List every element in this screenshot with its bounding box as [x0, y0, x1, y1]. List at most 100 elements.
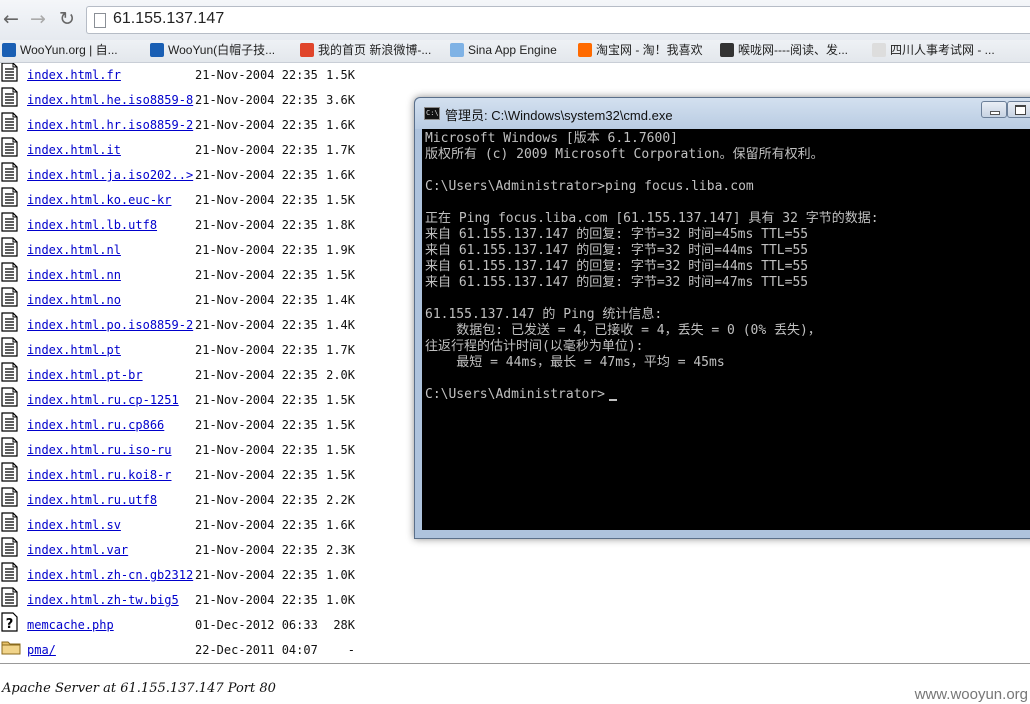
- file-size: 1.5K: [326, 468, 355, 482]
- file-size: 1.0K: [326, 568, 355, 582]
- wooyun-icon: [150, 43, 164, 57]
- file-date: 21-Nov-2004 22:35: [195, 543, 318, 557]
- console-line: 正在 Ping focus.liba.com [61.155.137.147] …: [425, 211, 879, 226]
- file-link[interactable]: index.html.it: [27, 143, 121, 157]
- text-file-icon: [1, 587, 18, 607]
- file-link[interactable]: index.html.no: [27, 293, 121, 307]
- file-date: 21-Nov-2004 22:35: [195, 193, 318, 207]
- list-item: index.html.fr 21-Nov-2004 22:35 1.5K: [0, 63, 420, 88]
- text-file-icon: [1, 187, 18, 207]
- list-item: index.html.zh-cn.gb2312 21-Nov-2004 22:35…: [0, 562, 420, 588]
- file-size: 1.5K: [326, 418, 355, 432]
- file-date: 21-Nov-2004 22:35: [195, 593, 318, 607]
- file-size: 1.5K: [326, 193, 355, 207]
- file-link[interactable]: index.html.ko.euc-kr: [27, 193, 172, 207]
- text-file-icon: [1, 63, 18, 82]
- file-date: 21-Nov-2004 22:35: [195, 168, 318, 182]
- file-size: 2.3K: [326, 543, 355, 557]
- cmd-icon: C:\: [424, 107, 440, 120]
- list-item: index.html.ru.iso-ru 21-Nov-2004 22:35 1.5…: [0, 437, 420, 463]
- file-link[interactable]: index.html.nn: [27, 268, 121, 282]
- file-link[interactable]: index.html.ja.iso202..>: [27, 168, 193, 182]
- file-date: 21-Nov-2004 22:35: [195, 143, 318, 157]
- reload-button[interactable]: ↻: [56, 8, 78, 30]
- file-link[interactable]: index.html.var: [27, 543, 128, 557]
- list-item: index.html.sv 21-Nov-2004 22:35 1.6K: [0, 512, 420, 538]
- list-item: index.html.ru.koi8-r 21-Nov-2004 22:35 1.5…: [0, 462, 420, 488]
- file-link[interactable]: index.html.ru.cp866: [27, 418, 164, 432]
- file-link[interactable]: index.html.fr: [27, 68, 121, 82]
- forward-button[interactable]: →: [27, 8, 49, 30]
- cmd-window[interactable]: C:\ 管理员: C:\Windows\system32\cmd.exe Mic…: [414, 97, 1030, 539]
- address-url[interactable]: 61.155.137.147: [113, 10, 224, 28]
- list-item: index.html.lb.utf8 21-Nov-2004 22:35 1.8K: [0, 212, 420, 238]
- file-size: -: [347, 643, 355, 657]
- file-size: 1.5K: [326, 268, 355, 282]
- list-item: index.html.pt-br 21-Nov-2004 22:35 2.0K: [0, 362, 420, 388]
- bookmark-label: 四川人事考试网 - ...: [890, 43, 995, 57]
- minimize-button[interactable]: [981, 101, 1007, 118]
- maximize-button[interactable]: [1007, 101, 1030, 118]
- back-button[interactable]: ←: [0, 8, 22, 30]
- file-link[interactable]: index.html.ru.iso-ru: [27, 443, 172, 457]
- bookmark-houlong[interactable]: 喉咙网----阅读、发...: [720, 40, 848, 60]
- file-link[interactable]: index.html.ru.utf8: [27, 493, 157, 507]
- list-item: pma/22-Dec-2011 04:07 -: [0, 638, 420, 661]
- file-size: 2.2K: [326, 493, 355, 507]
- file-size: 1.4K: [326, 293, 355, 307]
- file-link[interactable]: index.html.zh-cn.gb2312: [27, 568, 193, 582]
- console-line: 最短 = 44ms，最长 = 47ms，平均 = 45ms: [425, 355, 725, 370]
- file-size: 1.7K: [326, 343, 355, 357]
- file-link[interactable]: index.html.pt-br: [27, 368, 143, 382]
- console-line: 来自 61.155.137.147 的回复: 字节=32 时间=47ms TTL…: [425, 275, 809, 290]
- file-date: 21-Nov-2004 22:35: [195, 218, 318, 232]
- console-line: 来自 61.155.137.147 的回复: 字节=32 时间=45ms TTL…: [425, 227, 809, 242]
- file-date: 21-Nov-2004 22:35: [195, 518, 318, 532]
- list-item: index.html.ko.euc-kr 21-Nov-2004 22:35 1.5…: [0, 187, 420, 213]
- console-line: C:\Users\Administrator>ping focus.liba.c…: [425, 179, 754, 194]
- file-date: 22-Dec-2011 04:07: [195, 643, 318, 657]
- bookmark-sina-weibo[interactable]: 我的首页 新浪微博-...: [300, 40, 431, 60]
- file-link[interactable]: index.html.po.iso8859-2: [27, 318, 193, 332]
- divider: [0, 663, 1030, 664]
- file-date: 21-Nov-2004 22:35: [195, 243, 318, 257]
- cloud-icon: [450, 43, 464, 57]
- cmd-console[interactable]: Microsoft Windows [版本 6.1.7600] 版权所有 (c) …: [422, 129, 1030, 530]
- list-item: ? memcache.php 01-Dec-2012 06:33 28K: [0, 612, 420, 638]
- cmd-titlebar[interactable]: C:\ 管理员: C:\Windows\system32\cmd.exe: [415, 98, 1030, 129]
- console-line: 来自 61.155.137.147 的回复: 字节=32 时间=44ms TTL…: [425, 259, 809, 274]
- bookmark-label: Sina App Engine: [468, 43, 557, 57]
- file-link[interactable]: index.html.zh-tw.big5: [27, 593, 179, 607]
- file-size: 28K: [333, 618, 355, 632]
- file-link[interactable]: index.html.nl: [27, 243, 121, 257]
- file-link[interactable]: index.html.hr.iso8859-2: [27, 118, 193, 132]
- file-date: 21-Nov-2004 22:35: [195, 368, 318, 382]
- address-bar[interactable]: 61.155.137.147: [86, 6, 1030, 34]
- file-link[interactable]: index.html.pt: [27, 343, 121, 357]
- text-file-icon: [1, 162, 18, 182]
- bookmark-wooyun-whitehat[interactable]: WooYun(白帽子技...: [150, 40, 275, 60]
- list-item: index.html.it 21-Nov-2004 22:35 1.7K: [0, 137, 420, 163]
- file-size: 1.6K: [326, 518, 355, 532]
- file-link[interactable]: index.html.ru.koi8-r: [27, 468, 172, 482]
- file-link[interactable]: pma/: [27, 643, 56, 657]
- file-link[interactable]: index.html.ru.cp-1251: [27, 393, 179, 407]
- file-size: 1.7K: [326, 143, 355, 157]
- text-file-icon: [1, 437, 18, 457]
- file-date: 21-Nov-2004 22:35: [195, 568, 318, 582]
- file-link[interactable]: index.html.he.iso8859-8: [27, 93, 193, 107]
- bookmark-taobao[interactable]: 淘宝网 - 淘！我喜欢: [578, 40, 703, 60]
- cmd-title: 管理员: C:\Windows\system32\cmd.exe: [445, 108, 673, 123]
- bookmark-wooyun-org[interactable]: WooYun.org | 自...: [2, 40, 118, 60]
- text-file-icon: [1, 487, 18, 507]
- bookmark-sichuan-exam[interactable]: 四川人事考试网 - ...: [872, 40, 995, 60]
- console-line: 来自 61.155.137.147 的回复: 字节=32 时间=44ms TTL…: [425, 243, 809, 258]
- console-line: 数据包: 已发送 = 4，已接收 = 4，丢失 = 0 (0% 丢失)，: [425, 323, 821, 338]
- file-date: 21-Nov-2004 22:35: [195, 68, 318, 82]
- bookmark-label: 我的首页 新浪微博-...: [318, 43, 432, 57]
- file-link[interactable]: memcache.php: [27, 618, 114, 632]
- bookmark-sina-app-engine[interactable]: Sina App Engine: [450, 40, 557, 60]
- file-link[interactable]: index.html.sv: [27, 518, 121, 532]
- file-link[interactable]: index.html.lb.utf8: [27, 218, 157, 232]
- list-item: index.html.ru.cp866 21-Nov-2004 22:35 1.5K: [0, 412, 420, 438]
